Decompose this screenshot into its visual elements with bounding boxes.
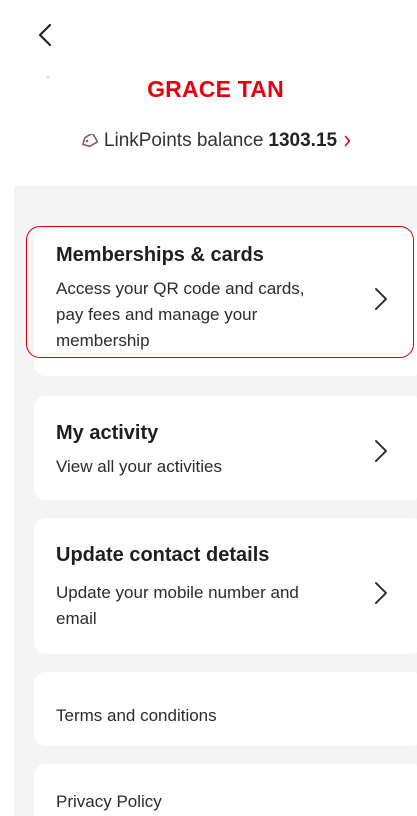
update-contact-details-title: Update contact details	[56, 544, 270, 566]
chevron-right-icon	[375, 582, 387, 604]
linkpoints-balance-link[interactable]: LinkPoints balance 1303.15	[14, 130, 417, 152]
back-button[interactable]	[28, 18, 62, 52]
memberships-cards-title: Memberships & cards	[56, 244, 264, 266]
account-screen: GRACE TAN LinkPoints balance 1303.15 Mem…	[14, 0, 417, 816]
profile-name: GRACE TAN	[147, 76, 284, 102]
update-contact-details-item[interactable]: Update contact details Update your mobil…	[34, 518, 417, 654]
my-activity-desc: View all your activities	[56, 457, 222, 476]
chevron-right-icon	[375, 288, 387, 310]
update-contact-details-desc: Update your mobile number and email	[56, 583, 299, 628]
chevron-left-icon	[38, 23, 52, 47]
terms-and-conditions-label: Terms and conditions	[56, 706, 217, 725]
my-activity-item[interactable]: My activity View all your activities	[34, 396, 417, 500]
terms-and-conditions-item[interactable]: Terms and conditions	[34, 672, 417, 746]
my-activity-title: My activity	[56, 422, 159, 444]
memberships-cards-item[interactable]: Memberships & cards Access your QR code …	[34, 228, 417, 376]
linkpoints-value: 1303.15	[268, 130, 338, 151]
tag-icon	[80, 134, 98, 148]
memberships-cards-desc: Access your QR code and cards, pay fees …	[56, 279, 305, 350]
privacy-policy-item[interactable]: Privacy Policy	[34, 764, 417, 816]
linkpoints-label: LinkPoints balance	[103, 130, 264, 151]
chevron-right-icon	[375, 440, 387, 462]
privacy-policy-label: Privacy Policy	[56, 792, 162, 811]
chevron-right-small-icon	[344, 135, 351, 147]
profile-header: GRACE TAN LinkPoints balance 1303.15	[14, 0, 417, 186]
